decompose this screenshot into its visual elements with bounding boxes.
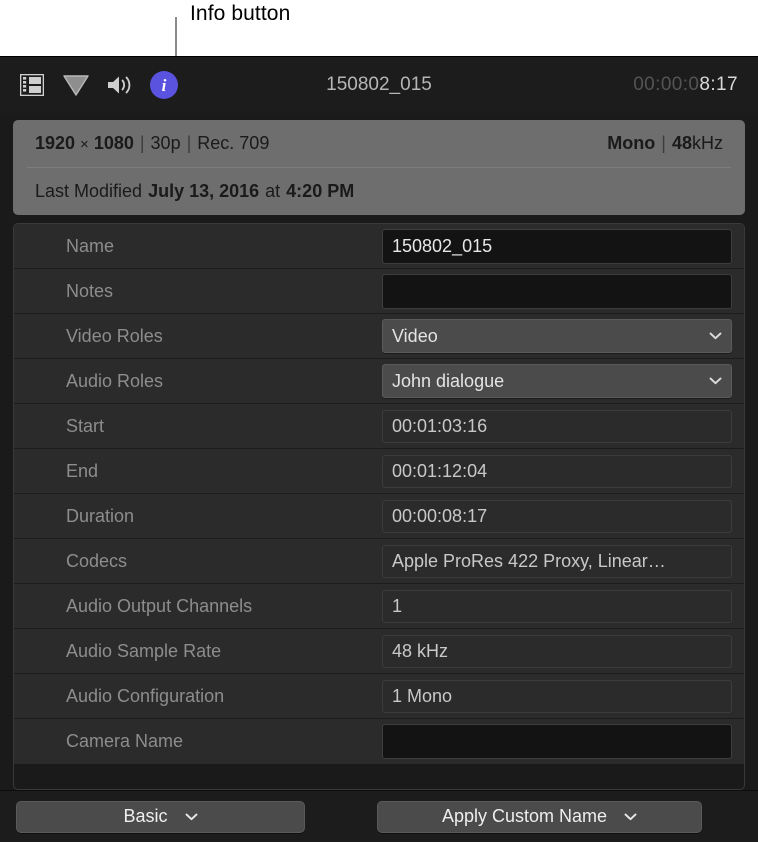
timecode-dim-part: 00:00:0: [633, 74, 699, 95]
metadata-row: Name150802_015: [14, 224, 744, 269]
summary-audio-rate-number: 48: [672, 133, 692, 154]
metadata-popup-value: John dialogue: [392, 371, 504, 392]
metadata-text-input[interactable]: 150802_015: [382, 229, 732, 264]
metadata-row-field-wrap: [382, 724, 738, 759]
metadata-row: End00:01:12:04: [14, 449, 744, 494]
inspector-bottom-bar: Basic Apply Custom Name: [0, 790, 758, 842]
metadata-row: Video Roles Video: [14, 314, 744, 359]
filmstrip-icon[interactable]: [17, 70, 47, 100]
summary-separator-2: |: [187, 133, 192, 154]
modified-at: at: [265, 181, 280, 202]
metadata-row-label: End: [14, 461, 382, 482]
metadata-row-field-wrap: Video: [382, 319, 738, 353]
metadata-row-field-wrap: 00:01:12:04: [382, 455, 738, 488]
metadata-view-label: Basic: [123, 806, 167, 827]
chevron-down-icon: [709, 377, 722, 385]
metadata-row-label: Name: [14, 236, 382, 257]
metadata-row: CodecsApple ProRes 422 Proxy, Linear…: [14, 539, 744, 584]
metadata-row-field-wrap: 00:00:08:17: [382, 500, 738, 533]
metadata-row: Camera Name: [14, 719, 744, 764]
metadata-row-label: Duration: [14, 506, 382, 527]
metadata-readonly-value: 00:01:03:16: [382, 410, 732, 443]
metadata-row-label: Start: [14, 416, 382, 437]
metadata-row: Duration00:00:08:17: [14, 494, 744, 539]
modified-prefix: Last Modified: [35, 181, 142, 202]
apply-custom-name-label: Apply Custom Name: [442, 806, 607, 827]
metadata-row-field-wrap: [382, 274, 738, 309]
metadata-readonly-value: 00:01:12:04: [382, 455, 732, 488]
metadata-row-field-wrap: 00:01:03:16: [382, 410, 738, 443]
metadata-row-label: Video Roles: [14, 326, 382, 347]
metadata-row-label: Camera Name: [14, 731, 382, 752]
summary-separator-3: |: [661, 133, 666, 154]
modified-time: 4:20 PM: [286, 181, 354, 202]
metadata-row-label: Audio Roles: [14, 371, 382, 392]
chevron-down-icon: [624, 813, 637, 821]
metadata-row-field-wrap: 1: [382, 590, 738, 623]
modified-date: July 13, 2016: [148, 181, 259, 202]
summary-times-symbol: ×: [80, 136, 89, 153]
metadata-readonly-value: Apple ProRes 422 Proxy, Linear…: [382, 545, 732, 578]
metadata-list: Name150802_015NotesVideo RolesVideoAudio…: [13, 223, 745, 790]
inspector-toolbar: i 150802_015 00:00:08:17: [0, 57, 758, 113]
timecode-bright-part: 8:17: [699, 74, 738, 95]
callout-label: Info button: [190, 2, 290, 26]
summary-framerate: 30p: [151, 133, 181, 154]
metadata-row: Start00:01:03:16: [14, 404, 744, 449]
metadata-popup-button[interactable]: Video: [382, 319, 732, 353]
summary-modified-row: Last Modified July 13, 2016 at 4:20 PM: [13, 168, 745, 215]
info-button[interactable]: i: [149, 70, 179, 100]
metadata-row: Audio Roles John dialogue: [14, 359, 744, 404]
metadata-readonly-value: 00:00:08:17: [382, 500, 732, 533]
metadata-row-field-wrap: 48 kHz: [382, 635, 738, 668]
metadata-readonly-value: 48 kHz: [382, 635, 732, 668]
chevron-down-icon: [185, 813, 198, 821]
metadata-readonly-value: 1: [382, 590, 732, 623]
summary-video-info: 1920 × 1080 | 30p | Rec. 709: [35, 133, 269, 154]
metadata-row-field-wrap: 150802_015: [382, 229, 738, 264]
metadata-row: Audio Configuration1 Mono: [14, 674, 744, 719]
metadata-row-label: Audio Configuration: [14, 686, 382, 707]
metadata-row-label: Audio Sample Rate: [14, 641, 382, 662]
metadata-view-button[interactable]: Basic: [16, 801, 305, 833]
clip-timecode: 00:00:08:17: [633, 74, 738, 96]
clip-summary-panel: 1920 × 1080 | 30p | Rec. 709 Mono | 48 k…: [13, 120, 745, 215]
summary-format-row: 1920 × 1080 | 30p | Rec. 709 Mono | 48 k…: [13, 120, 745, 167]
speaker-icon[interactable]: [105, 70, 135, 100]
metadata-row-label: Audio Output Channels: [14, 596, 382, 617]
summary-colorspace: Rec. 709: [197, 133, 269, 154]
metadata-row: Audio Sample Rate48 kHz: [14, 629, 744, 674]
metadata-text-input[interactable]: [382, 724, 732, 759]
summary-width: 1920: [35, 133, 75, 154]
metadata-row-label: Codecs: [14, 551, 382, 572]
metadata-popup-value: Video: [392, 326, 438, 347]
metadata-popup-button[interactable]: John dialogue: [382, 364, 732, 398]
summary-height: 1080: [94, 133, 134, 154]
toolbar-icon-group: i: [17, 70, 179, 100]
inspector-window: i 150802_015 00:00:08:17 1920 × 1080 | 3…: [0, 56, 758, 842]
summary-audio-channels: Mono: [607, 133, 655, 154]
metadata-text-input[interactable]: [382, 274, 732, 309]
triangle-icon[interactable]: [61, 70, 91, 100]
metadata-row: Audio Output Channels1: [14, 584, 744, 629]
metadata-row-field-wrap: Apple ProRes 422 Proxy, Linear…: [382, 545, 738, 578]
metadata-row-field-wrap: 1 Mono: [382, 680, 738, 713]
summary-separator-1: |: [140, 133, 145, 154]
summary-audio-rate-unit: kHz: [692, 133, 723, 154]
chevron-down-icon: [709, 332, 722, 340]
metadata-row: Notes: [14, 269, 744, 314]
metadata-row-field-wrap: John dialogue: [382, 364, 738, 398]
apply-custom-name-button[interactable]: Apply Custom Name: [377, 801, 702, 833]
info-icon: i: [150, 71, 178, 99]
metadata-readonly-value: 1 Mono: [382, 680, 732, 713]
summary-audio-info: Mono | 48 kHz: [607, 133, 723, 154]
screenshot-root: Info button: [0, 0, 758, 842]
metadata-row-label: Notes: [14, 281, 382, 302]
